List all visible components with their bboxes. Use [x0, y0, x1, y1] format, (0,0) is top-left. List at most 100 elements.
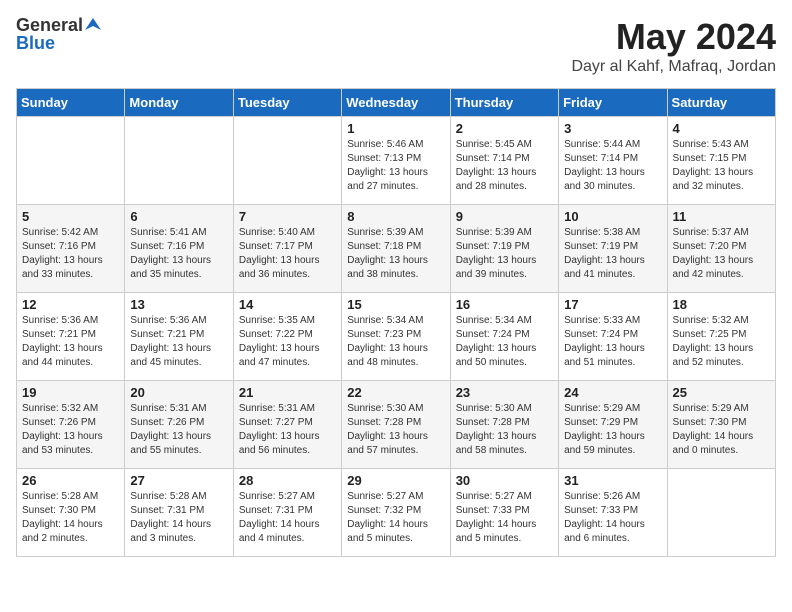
calendar-cell [125, 117, 233, 205]
calendar-cell: 18 Sunrise: 5:32 AM Sunset: 7:25 PM Dayli… [667, 293, 775, 381]
day-number: 27 [130, 473, 227, 488]
day-number: 20 [130, 385, 227, 400]
calendar-cell: 12Sunrise: 5:36 AM Sunset: 7:21 PM Dayli… [17, 293, 125, 381]
day-number: 1 [347, 121, 444, 136]
header-day-saturday: Saturday [667, 89, 775, 117]
cell-content: Sunrise: 5:27 AM Sunset: 7:31 PM Dayligh… [239, 490, 336, 546]
cell-content: Sunrise: 5:29 AM Sunset: 7:30 PM Dayligh… [673, 402, 770, 458]
calendar-cell: 8 Sunrise: 5:39 AM Sunset: 7:18 PM Daylig… [342, 205, 450, 293]
day-number: 2 [456, 121, 553, 136]
calendar-cell: 10 Sunrise: 5:38 AM Sunset: 7:19 PM Dayli… [559, 205, 667, 293]
day-number: 11 [673, 209, 770, 224]
cell-content: Sunrise: 5:34 AM Sunset: 7:23 PM Dayligh… [347, 314, 444, 370]
logo-bird-icon [85, 16, 101, 32]
logo: General Blue [16, 16, 101, 52]
calendar-cell: 6 Sunrise: 5:41 AM Sunset: 7:16 PM Daylig… [125, 205, 233, 293]
cell-content: Sunrise: 5:42 AM Sunset: 7:16 PM Dayligh… [22, 226, 119, 282]
title-month: May 2024 [571, 16, 776, 58]
logo-blue: Blue [16, 34, 101, 52]
day-number: 10 [564, 209, 661, 224]
calendar-cell [233, 117, 341, 205]
cell-content: Sunrise: 5:36 AM Sunset: 7:21 PM Dayligh… [22, 314, 119, 370]
day-number: 17 [564, 297, 661, 312]
day-number: 15 [347, 297, 444, 312]
day-number: 14 [239, 297, 336, 312]
calendar-cell: 17 Sunrise: 5:33 AM Sunset: 7:24 PM Dayli… [559, 293, 667, 381]
cell-content: Sunrise: 5:31 AM Sunset: 7:27 PM Dayligh… [239, 402, 336, 458]
cell-content: Sunrise: 5:46 AM Sunset: 7:13 PM Dayligh… [347, 138, 444, 194]
calendar-cell: 23 Sunrise: 5:30 AM Sunset: 7:28 PM Dayli… [450, 381, 558, 469]
week-row-5: 26 Sunrise: 5:28 AM Sunset: 7:30 PM Dayli… [17, 469, 776, 557]
calendar-cell: 4Sunrise: 5:43 AM Sunset: 7:15 PM Daylig… [667, 117, 775, 205]
day-number: 29 [347, 473, 444, 488]
day-number: 18 [673, 297, 770, 312]
header-day-wednesday: Wednesday [342, 89, 450, 117]
calendar-cell: 20 Sunrise: 5:31 AM Sunset: 7:26 PM Dayli… [125, 381, 233, 469]
cell-content: Sunrise: 5:45 AM Sunset: 7:14 PM Dayligh… [456, 138, 553, 194]
cell-content: Sunrise: 5:35 AM Sunset: 7:22 PM Dayligh… [239, 314, 336, 370]
calendar-cell [667, 469, 775, 557]
calendar-cell: 25 Sunrise: 5:29 AM Sunset: 7:30 PM Dayli… [667, 381, 775, 469]
day-number: 7 [239, 209, 336, 224]
day-number: 16 [456, 297, 553, 312]
day-number: 13 [130, 297, 227, 312]
cell-content: Sunrise: 5:38 AM Sunset: 7:19 PM Dayligh… [564, 226, 661, 282]
cell-content: Sunrise: 5:28 AM Sunset: 7:31 PM Dayligh… [130, 490, 227, 546]
day-number: 28 [239, 473, 336, 488]
week-row-2: 5 Sunrise: 5:42 AM Sunset: 7:16 PM Daylig… [17, 205, 776, 293]
cell-content: Sunrise: 5:31 AM Sunset: 7:26 PM Dayligh… [130, 402, 227, 458]
header-day-monday: Monday [125, 89, 233, 117]
calendar-cell: 16 Sunrise: 5:34 AM Sunset: 7:24 PM Dayli… [450, 293, 558, 381]
page-header: General Blue May 2024 Dayr al Kahf, Mafr… [16, 16, 776, 76]
calendar-cell: 24Sunrise: 5:29 AM Sunset: 7:29 PM Dayli… [559, 381, 667, 469]
calendar-cell: 7Sunrise: 5:40 AM Sunset: 7:17 PM Daylig… [233, 205, 341, 293]
calendar-cell: 1 Sunrise: 5:46 AM Sunset: 7:13 PM Daylig… [342, 117, 450, 205]
week-row-1: 1 Sunrise: 5:46 AM Sunset: 7:13 PM Daylig… [17, 117, 776, 205]
week-row-4: 19 Sunrise: 5:32 AM Sunset: 7:26 PM Dayli… [17, 381, 776, 469]
calendar-cell: 27 Sunrise: 5:28 AM Sunset: 7:31 PM Dayli… [125, 469, 233, 557]
week-row-3: 12Sunrise: 5:36 AM Sunset: 7:21 PM Dayli… [17, 293, 776, 381]
day-number: 9 [456, 209, 553, 224]
cell-content: Sunrise: 5:27 AM Sunset: 7:32 PM Dayligh… [347, 490, 444, 546]
cell-content: Sunrise: 5:37 AM Sunset: 7:20 PM Dayligh… [673, 226, 770, 282]
cell-content: Sunrise: 5:39 AM Sunset: 7:18 PM Dayligh… [347, 226, 444, 282]
day-number: 3 [564, 121, 661, 136]
day-number: 25 [673, 385, 770, 400]
cell-content: Sunrise: 5:29 AM Sunset: 7:29 PM Dayligh… [564, 402, 661, 458]
cell-content: Sunrise: 5:30 AM Sunset: 7:28 PM Dayligh… [347, 402, 444, 458]
cell-content: Sunrise: 5:41 AM Sunset: 7:16 PM Dayligh… [130, 226, 227, 282]
calendar-cell: 30 Sunrise: 5:27 AM Sunset: 7:33 PM Dayli… [450, 469, 558, 557]
header-row: SundayMondayTuesdayWednesdayThursdayFrid… [17, 89, 776, 117]
day-number: 23 [456, 385, 553, 400]
calendar-table: SundayMondayTuesdayWednesdayThursdayFrid… [16, 88, 776, 557]
title-block: May 2024 Dayr al Kahf, Mafraq, Jordan [571, 16, 776, 76]
day-number: 26 [22, 473, 119, 488]
cell-content: Sunrise: 5:32 AM Sunset: 7:25 PM Dayligh… [673, 314, 770, 370]
calendar-cell: 22Sunrise: 5:30 AM Sunset: 7:28 PM Dayli… [342, 381, 450, 469]
day-number: 5 [22, 209, 119, 224]
calendar-cell: 5 Sunrise: 5:42 AM Sunset: 7:16 PM Daylig… [17, 205, 125, 293]
cell-content: Sunrise: 5:32 AM Sunset: 7:26 PM Dayligh… [22, 402, 119, 458]
calendar-cell: 21 Sunrise: 5:31 AM Sunset: 7:27 PM Dayli… [233, 381, 341, 469]
calendar-cell: 2 Sunrise: 5:45 AM Sunset: 7:14 PM Daylig… [450, 117, 558, 205]
cell-content: Sunrise: 5:30 AM Sunset: 7:28 PM Dayligh… [456, 402, 553, 458]
cell-content: Sunrise: 5:27 AM Sunset: 7:33 PM Dayligh… [456, 490, 553, 546]
day-number: 6 [130, 209, 227, 224]
day-number: 21 [239, 385, 336, 400]
cell-content: Sunrise: 5:34 AM Sunset: 7:24 PM Dayligh… [456, 314, 553, 370]
cell-content: Sunrise: 5:28 AM Sunset: 7:30 PM Dayligh… [22, 490, 119, 546]
header-day-sunday: Sunday [17, 89, 125, 117]
day-number: 30 [456, 473, 553, 488]
cell-content: Sunrise: 5:43 AM Sunset: 7:15 PM Dayligh… [673, 138, 770, 194]
day-number: 8 [347, 209, 444, 224]
calendar-cell: 19 Sunrise: 5:32 AM Sunset: 7:26 PM Dayli… [17, 381, 125, 469]
day-number: 19 [22, 385, 119, 400]
calendar-body: 1 Sunrise: 5:46 AM Sunset: 7:13 PM Daylig… [17, 117, 776, 557]
calendar-cell: 15 Sunrise: 5:34 AM Sunset: 7:23 PM Dayli… [342, 293, 450, 381]
cell-content: Sunrise: 5:44 AM Sunset: 7:14 PM Dayligh… [564, 138, 661, 194]
cell-content: Sunrise: 5:33 AM Sunset: 7:24 PM Dayligh… [564, 314, 661, 370]
calendar-cell: 14 Sunrise: 5:35 AM Sunset: 7:22 PM Dayli… [233, 293, 341, 381]
cell-content: Sunrise: 5:26 AM Sunset: 7:33 PM Dayligh… [564, 490, 661, 546]
calendar-cell: 13Sunrise: 5:36 AM Sunset: 7:21 PM Dayli… [125, 293, 233, 381]
day-number: 31 [564, 473, 661, 488]
